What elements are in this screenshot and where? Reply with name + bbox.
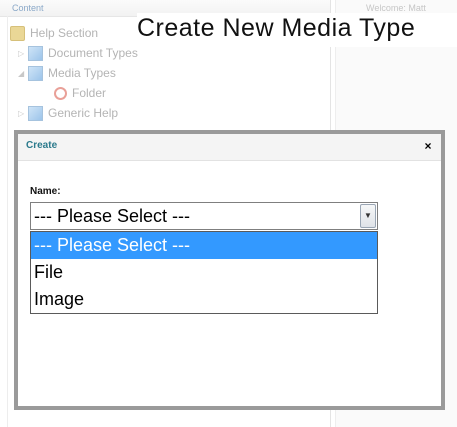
dialog-title: Create (26, 140, 58, 151)
expand-icon[interactable]: ▷ (18, 45, 28, 63)
overlay-title: Create New Media Type (137, 13, 457, 47)
tree-item-label: Folder (72, 86, 107, 100)
expand-icon[interactable]: ▷ (18, 105, 28, 123)
dropdown-option-image[interactable]: Image (31, 286, 377, 313)
dialog-header: Create × (18, 134, 441, 161)
tree-item-label: Document Types (48, 46, 138, 60)
dropdown-arrow-icon[interactable]: ▼ (360, 204, 376, 228)
generic-help-icon (28, 106, 43, 122)
select-current-value: --- Please Select --- (34, 206, 191, 226)
tree-item-document-types[interactable]: ▷ Document Types (18, 44, 138, 62)
tree-item-label: Help Section (30, 26, 99, 40)
dropdown-option-please-select[interactable]: --- Please Select --- (31, 232, 377, 259)
dropdown-list: --- Please Select --- File Image (30, 231, 378, 314)
left-strip (0, 16, 8, 427)
create-dialog: Create × Name: --- Please Select --- ▼ -… (14, 130, 445, 410)
tree-item-folder[interactable]: Folder (54, 84, 106, 102)
tree-item-label: Media Types (48, 66, 116, 80)
media-type-select[interactable]: --- Please Select --- ▼ (30, 202, 378, 230)
tree-item-help-section[interactable]: Help Section (10, 24, 98, 42)
collapse-icon[interactable]: ◢ (18, 65, 28, 83)
dropdown-option-file[interactable]: File (31, 259, 377, 286)
tree-item-generic-help[interactable]: ▷ Generic Help (18, 104, 118, 122)
close-icon[interactable]: × (421, 138, 435, 154)
tree-item-media-types[interactable]: ◢ Media Types (18, 64, 116, 82)
folder-circle-icon (54, 87, 67, 101)
folder-icon (10, 26, 25, 42)
media-types-icon (28, 66, 43, 82)
document-types-icon (28, 46, 43, 62)
name-label: Name: (30, 186, 61, 197)
tree-item-label: Generic Help (48, 106, 119, 120)
